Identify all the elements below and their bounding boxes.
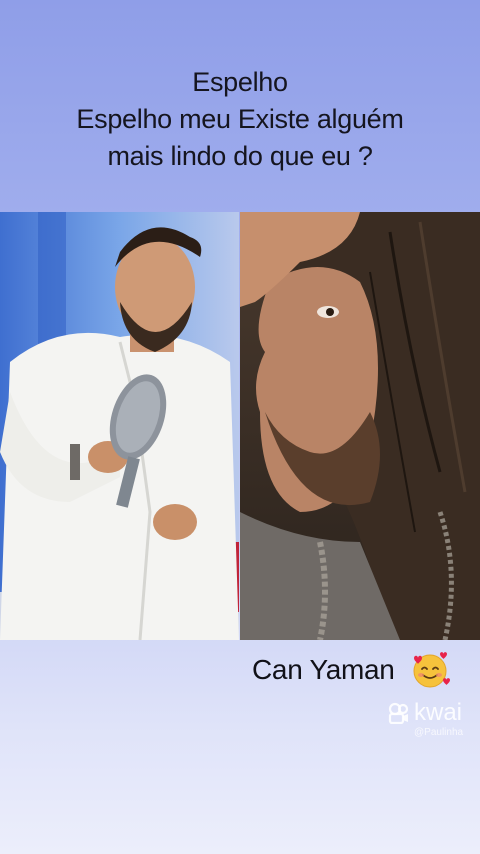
creator-handle: @Paulinha [414,727,464,738]
caption: Espelho Espelho meu Existe alguém mais l… [0,64,480,175]
caption-line-3: mais lindo do que eu ? [107,141,373,171]
smiling-face-with-hearts-icon [410,650,450,690]
kwai-logo-icon [388,702,409,724]
kwai-brand-text: kwai [414,699,463,726]
name-label: Can Yaman [252,654,395,685]
caption-line-2: Espelho meu Existe alguém [76,104,404,134]
man-long-hair-profile-photo [240,212,480,640]
caption-line-1: Espelho [192,67,288,97]
man-with-hand-mirror-photo [0,212,239,640]
kwai-watermark: kwai @Paulinha [388,700,470,744]
